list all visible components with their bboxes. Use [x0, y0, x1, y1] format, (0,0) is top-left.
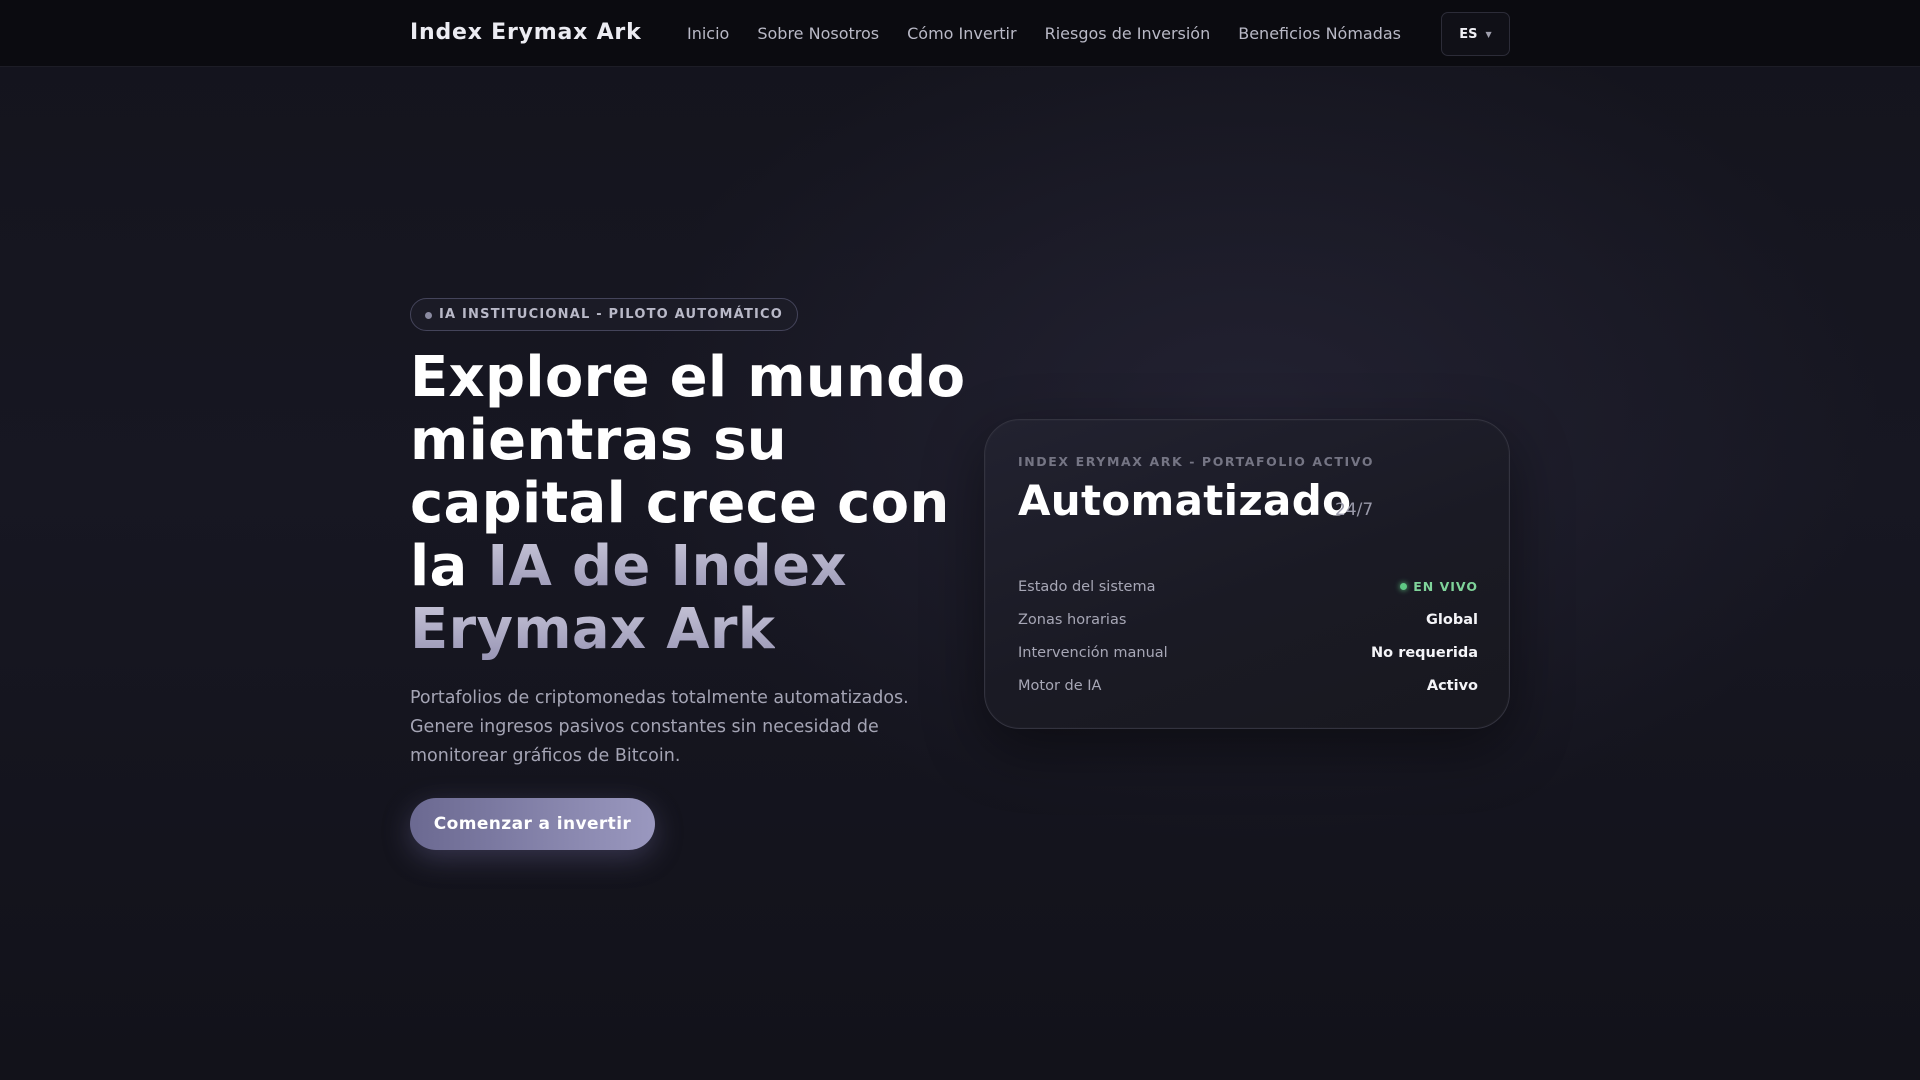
status-row: Motor de IA Activo — [1018, 669, 1478, 702]
status-row: Estado del sistema EN VIVO — [1018, 570, 1478, 603]
card-title: Automatizado — [1018, 476, 1352, 525]
live-dot-icon — [1400, 583, 1408, 590]
navbar: Index Erymax Ark Inicio Sobre Nosotros C… — [0, 0, 1920, 67]
row-value: No requerida — [1371, 644, 1478, 661]
row-value: Global — [1426, 611, 1478, 628]
portfolio-card: INDEX ERYMAX ARK - PORTAFOLIO ACTIVO Aut… — [984, 419, 1510, 729]
hero-subtitle: Portafolios de criptomonedas totalmente … — [410, 688, 909, 766]
row-label: Motor de IA — [1018, 677, 1102, 694]
hero-badge-text: IA INSTITUCIONAL - PILOTO AUTOMÁTICO — [439, 307, 784, 322]
live-status-badge: EN VIVO — [1400, 579, 1478, 594]
status-row: Intervención manual No requerida — [1018, 636, 1478, 669]
card-suffix: 24/7 — [1335, 500, 1374, 520]
nav-link-beneficios[interactable]: Beneficios Nómadas — [1238, 24, 1401, 43]
nav-link-inicio[interactable]: Inicio — [687, 24, 729, 43]
language-label: ES — [1459, 26, 1478, 42]
status-dot-icon — [425, 312, 432, 319]
row-label: Intervención manual — [1018, 644, 1168, 661]
row-value: EN VIVO — [1413, 579, 1478, 594]
nav-link-sobre-nosotros[interactable]: Sobre Nosotros — [757, 24, 879, 43]
brand-logo[interactable]: Index Erymax Ark — [410, 20, 642, 45]
card-label: INDEX ERYMAX ARK - PORTAFOLIO ACTIVO — [1018, 454, 1375, 469]
chevron-down-icon: ▼ — [1485, 29, 1492, 39]
start-investing-button[interactable]: Comenzar a invertir — [410, 798, 655, 850]
row-value: Activo — [1426, 677, 1478, 694]
nav-link-como-invertir[interactable]: Cómo Invertir — [907, 24, 1016, 43]
row-label: Zonas horarias — [1018, 611, 1127, 628]
language-selector[interactable]: ES ▼ — [1441, 12, 1510, 56]
status-list: Estado del sistema EN VIVO Zonas horaria… — [1018, 570, 1478, 702]
hero-badge: IA INSTITUCIONAL - PILOTO AUTOMÁTICO — [410, 298, 799, 331]
nav-link-riesgos[interactable]: Riesgos de Inversión — [1045, 24, 1211, 43]
row-label: Estado del sistema — [1018, 578, 1156, 595]
status-row: Zonas horarias Global — [1018, 603, 1478, 636]
hero-headline: Explore el mundo mientras su capital cre… — [410, 346, 970, 661]
nav-links: Inicio Sobre Nosotros Cómo Invertir Ries… — [687, 24, 1401, 43]
